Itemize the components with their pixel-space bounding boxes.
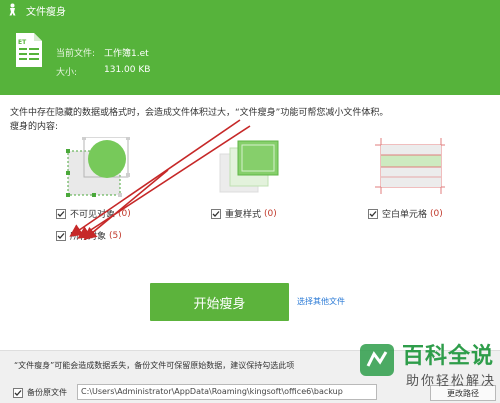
invisible-objects-count: (0) bbox=[118, 208, 131, 219]
checkbox-box[interactable] bbox=[56, 208, 66, 219]
backup-original-label: 备份原文件 bbox=[27, 388, 67, 397]
duplicate-styles-illustration bbox=[219, 140, 279, 193]
all-objects-label: 所有对象 bbox=[70, 232, 107, 242]
checkmark-icon bbox=[57, 210, 65, 217]
size-label: 大小: bbox=[56, 68, 78, 78]
checkmark-icon bbox=[369, 210, 377, 217]
blank-cells-illustration bbox=[375, 138, 445, 194]
select-other-files-link[interactable]: 选择其他文件 bbox=[297, 296, 345, 307]
invisible-objects-illustration bbox=[66, 137, 130, 197]
description-text: 文件中存在隐藏的数据或格式时，会造成文件体积过大，“文件瘦身”功能可帮您减小文件… bbox=[10, 108, 389, 118]
current-file-value: 工作簿1.et bbox=[104, 49, 149, 59]
size-value: 131.00 KB bbox=[104, 65, 151, 75]
backup-warning-text: “文件瘦身”可能会造成数据丢失，备份文件可保留原始数据，建议保持勾选此项 bbox=[14, 361, 295, 370]
current-file-label: 当前文件: bbox=[56, 49, 96, 59]
watermark: 百科全说 助你轻松解决 bbox=[358, 338, 494, 402]
checkmark-icon bbox=[14, 389, 22, 396]
blank-cells-checkbox[interactable]: 空白单元格 (0) bbox=[368, 207, 443, 220]
all-objects-count: (5) bbox=[109, 230, 122, 241]
checkbox-box[interactable] bbox=[13, 387, 23, 398]
slim-app-icon bbox=[9, 3, 16, 16]
watermark-logo-icon bbox=[360, 344, 394, 376]
checkmark-icon bbox=[212, 210, 220, 217]
file-type-text: ET bbox=[18, 39, 27, 46]
start-slimming-button[interactable]: 开始瘦身 bbox=[150, 283, 289, 321]
duplicate-styles-count: (0) bbox=[264, 208, 277, 219]
slim-content-label: 瘦身的内容: bbox=[10, 122, 59, 132]
all-objects-checkbox[interactable]: 所有对象 (5) bbox=[56, 229, 122, 242]
backup-original-checkbox[interactable]: 备份原文件 bbox=[13, 387, 67, 398]
checkbox-box[interactable] bbox=[211, 208, 221, 219]
watermark-subtitle: 助你轻松解决 bbox=[406, 374, 497, 389]
header-panel: 文件瘦身 ET 当前文件: 工作簿1.et 大小: 131.00 KB bbox=[0, 0, 500, 95]
watermark-title: 百科全说 bbox=[402, 344, 495, 369]
blank-cells-label: 空白单元格 bbox=[382, 210, 428, 220]
duplicate-styles-checkbox[interactable]: 重复样式 (0) bbox=[211, 207, 277, 220]
invisible-objects-checkbox[interactable]: 不可见对象 (0) bbox=[56, 207, 131, 220]
backup-path-field[interactable]: C:\Users\Administrator\AppData\Roaming\k… bbox=[77, 384, 377, 400]
window-title: 文件瘦身 bbox=[26, 7, 66, 18]
checkbox-box[interactable] bbox=[56, 230, 66, 241]
et-file-icon: ET bbox=[16, 33, 42, 67]
duplicate-styles-label: 重复样式 bbox=[225, 210, 262, 220]
checkbox-box[interactable] bbox=[368, 208, 378, 219]
checkmark-icon bbox=[57, 232, 65, 239]
blank-cells-count: (0) bbox=[430, 208, 443, 219]
invisible-objects-label: 不可见对象 bbox=[70, 210, 116, 220]
title-bar: 文件瘦身 bbox=[0, 0, 500, 20]
